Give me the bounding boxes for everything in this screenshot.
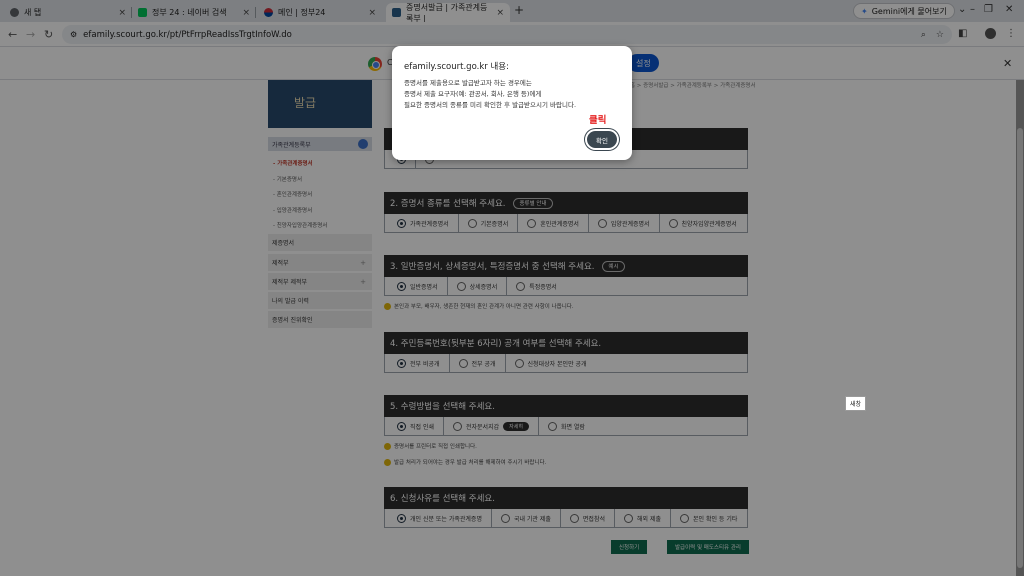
dialog-line: 증명서를 제출용으로 발급받고자 하는 경우에는 bbox=[404, 79, 532, 87]
dialog-title: efamily.scourt.go.kr 내용: bbox=[404, 62, 509, 72]
dialog-line: 증명서 제출 요구자(예: 관공서, 회사, 은행 등)에게 bbox=[404, 90, 542, 98]
scrollbar[interactable] bbox=[1016, 80, 1024, 576]
scrollbar-thumb[interactable] bbox=[1017, 128, 1023, 568]
alert-dialog: efamily.scourt.go.kr 내용: 증명서를 제출용으로 발급받고… bbox=[392, 46, 632, 160]
click-annotation: 클릭 bbox=[589, 115, 607, 126]
new-window-tooltip: 새창 bbox=[845, 396, 867, 411]
dialog-message: 증명서를 제출용으로 발급받고자 하는 경우에는 증명서 제출 요구자(예: 관… bbox=[404, 78, 576, 111]
ok-button[interactable]: 확인 bbox=[587, 131, 617, 148]
dialog-line: 필요한 증명서의 종류를 미리 확인한 후 발급받으시기 바랍니다. bbox=[404, 101, 577, 109]
